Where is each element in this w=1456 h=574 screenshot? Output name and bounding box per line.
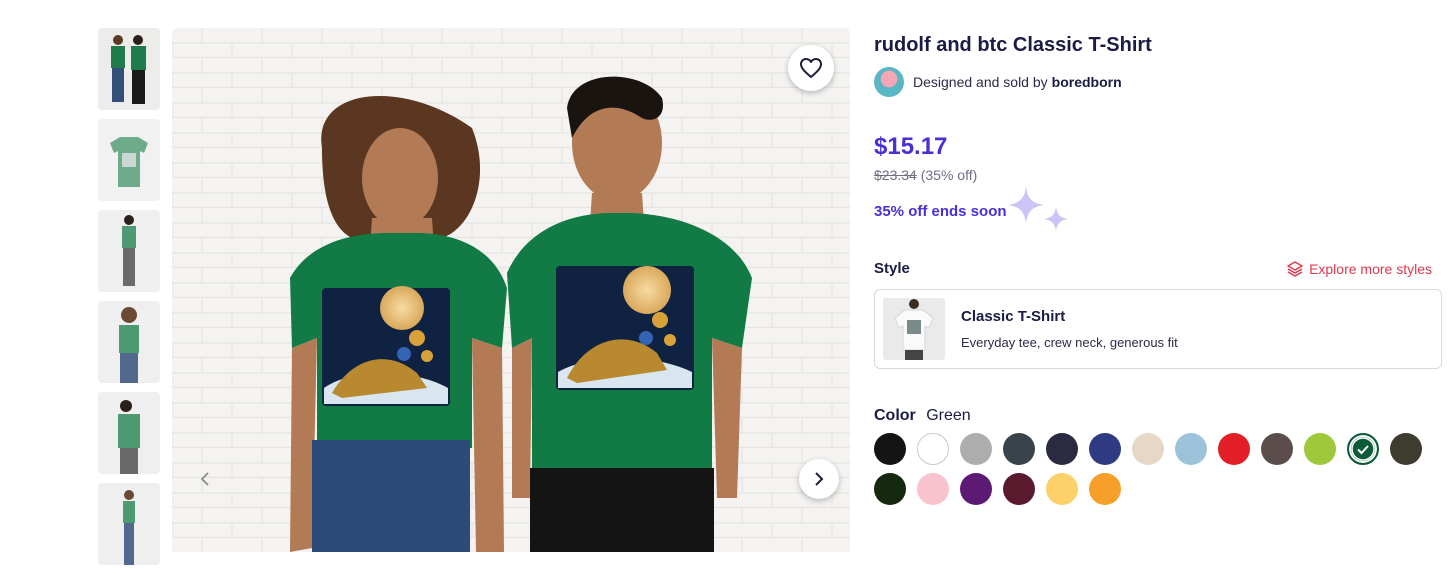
style-name: Classic T-Shirt — [961, 308, 1066, 325]
sparkle-icon — [1008, 187, 1068, 231]
color-swatch-dark-grey[interactable] — [1003, 433, 1035, 465]
thumbnail-image — [98, 301, 160, 383]
layers-icon — [1287, 260, 1303, 277]
color-swatch-purple[interactable] — [960, 473, 992, 505]
style-thumbnail — [883, 298, 945, 360]
color-swatch-red[interactable] — [1218, 433, 1250, 465]
chevron-right-icon — [815, 472, 824, 486]
thumbnail-man-pose[interactable] — [98, 392, 160, 474]
next-image-button[interactable] — [799, 459, 839, 499]
promo-text: 35% off ends soon — [874, 203, 1007, 220]
promo-banner: 35% off ends soon — [874, 187, 1444, 231]
color-swatch-gold[interactable] — [1046, 473, 1078, 505]
thumbnail-woman-full[interactable] — [98, 483, 160, 565]
color-swatch-sand[interactable] — [1132, 433, 1164, 465]
color-swatch-royal-blue[interactable] — [1089, 433, 1121, 465]
thumbnail-image — [98, 28, 160, 110]
designer-link[interactable]: boredborn — [1052, 74, 1122, 90]
style-card[interactable]: Classic T-Shirt Everyday tee, crew neck,… — [874, 289, 1442, 369]
color-swatch-maroon[interactable] — [1003, 473, 1035, 505]
original-price: $23.34 — [874, 167, 917, 183]
favorite-button[interactable] — [788, 45, 834, 91]
color-swatch-olive[interactable] — [1390, 433, 1422, 465]
discount-label: (35% off) — [920, 167, 978, 183]
color-label: Color — [874, 407, 916, 424]
product-title: rudolf and btc Classic T-Shirt — [874, 34, 1152, 56]
current-price: $15.17 — [874, 133, 948, 160]
thumbnail-couple[interactable] — [98, 28, 160, 110]
color-swatch-forest[interactable] — [874, 473, 906, 505]
thumbnail-strip — [98, 28, 160, 574]
thumbnail-image — [98, 210, 160, 292]
color-swatch-black[interactable] — [874, 433, 906, 465]
style-text: Classic T-Shirt Everyday tee, crew neck,… — [961, 308, 1178, 350]
color-swatch-green[interactable] — [1347, 433, 1379, 465]
style-label: Style — [874, 260, 910, 277]
color-swatch-white[interactable] — [917, 433, 949, 465]
color-swatch-lime[interactable] — [1304, 433, 1336, 465]
style-header: Style Explore more styles — [874, 260, 1444, 277]
color-swatches — [874, 433, 1454, 513]
color-swatch-pink[interactable] — [917, 473, 949, 505]
product-info-panel: rudolf and btc Classic T-Shirt Designed … — [874, 30, 1444, 513]
style-description: Everyday tee, crew neck, generous fit — [961, 335, 1178, 350]
designer-prefix: Designed and sold by — [913, 74, 1048, 90]
chevron-left-icon — [200, 472, 209, 486]
color-swatch-navy[interactable] — [1046, 433, 1078, 465]
color-header: Color Green — [874, 407, 1444, 425]
product-main-image — [172, 28, 850, 552]
heart-icon — [800, 58, 822, 78]
color-swatch-brown[interactable] — [1261, 433, 1293, 465]
color-swatch-orange[interactable] — [1089, 473, 1121, 505]
explore-styles-link[interactable]: Explore more styles — [1287, 261, 1432, 277]
check-icon — [1351, 437, 1375, 461]
thumbnail-image — [98, 392, 160, 474]
color-swatch-light-blue[interactable] — [1175, 433, 1207, 465]
designer-line: Designed and sold by boredborn — [874, 67, 1444, 97]
thumbnail-image — [98, 483, 160, 565]
previous-image-button[interactable] — [194, 468, 216, 490]
original-price-row: $23.34 (35% off) — [874, 167, 1444, 183]
selected-color-name: Green — [926, 407, 971, 424]
designer-avatar[interactable] — [874, 67, 904, 97]
thumbnail-image — [98, 119, 160, 201]
thumbnail-woman[interactable] — [98, 301, 160, 383]
explore-styles-label: Explore more styles — [1309, 260, 1432, 277]
product-photo — [172, 28, 850, 552]
thumbnail-flat-shirt[interactable] — [98, 119, 160, 201]
thumbnail-man-full[interactable] — [98, 210, 160, 292]
style-thumbnail-image — [883, 298, 945, 360]
color-swatch-heather-grey[interactable] — [960, 433, 992, 465]
